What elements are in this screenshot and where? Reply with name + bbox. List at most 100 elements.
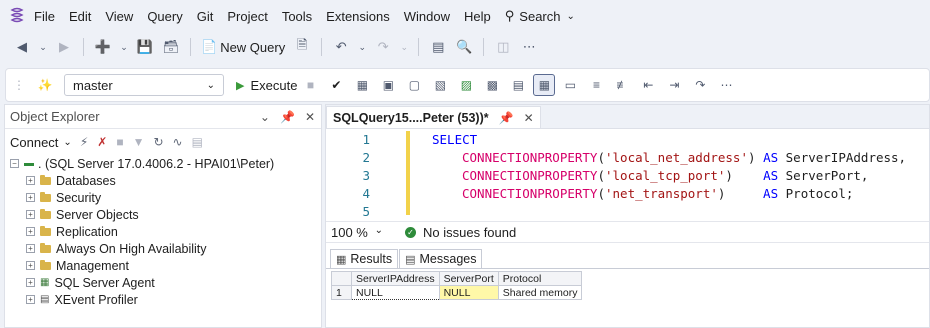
tree-item-label: Server Objects [56, 207, 139, 222]
expand-icon[interactable]: + [26, 244, 35, 253]
expand-icon[interactable]: + [26, 278, 35, 287]
parse-check-icon[interactable]: ✔ [325, 74, 347, 96]
grid-cell[interactable]: Shared memory [497, 285, 583, 300]
tab-messages[interactable]: ▤ Messages [399, 249, 483, 268]
tree-item-security[interactable]: + Security [5, 189, 321, 206]
expand-icon[interactable]: + [26, 295, 35, 304]
close-icon[interactable]: ✕ [305, 110, 315, 124]
find-in-files-icon[interactable]: 🔍 [454, 37, 474, 57]
tree-item-label: SQL Server Agent [54, 275, 155, 290]
activity-monitor-icon[interactable]: ▤ [428, 37, 448, 57]
results-to-grid-icon[interactable]: ▦ [533, 74, 556, 96]
intellisense-icon[interactable]: ▢ [403, 74, 425, 96]
tree-item-always-on[interactable]: + Always On High Availability [5, 240, 321, 257]
tab-sqlquery15[interactable]: SQLQuery15....Peter (53))* 📌 ✕ [326, 106, 541, 128]
expand-icon[interactable]: + [26, 261, 35, 270]
server-node[interactable]: − ▬ . (SQL Server 17.0.4006.2 - HPAI01\P… [5, 155, 321, 172]
pin-icon[interactable]: 📌 [280, 110, 295, 124]
menu-window[interactable]: Window [404, 9, 450, 24]
column-header[interactable]: ServerIPAddress [351, 271, 440, 286]
tree-item-replication[interactable]: + Replication [5, 223, 321, 240]
live-stats-icon[interactable]: ▨ [455, 74, 477, 96]
menu-search[interactable]: ⚲ Search ⌄ [505, 8, 575, 24]
undo-icon[interactable]: ↶ [331, 37, 351, 57]
database-query-icon[interactable]: 🗎 [292, 37, 312, 57]
increase-indent-icon[interactable]: ⇥ [663, 74, 685, 96]
client-stats-icon[interactable]: ▩ [481, 74, 503, 96]
tree-item-xevent-profiler[interactable]: + ▤ XEvent Profiler [5, 291, 321, 308]
stop-icon[interactable]: ■ [299, 74, 321, 96]
activity-icon[interactable]: ∿ [173, 135, 183, 149]
back-icon[interactable]: ◀ [12, 37, 32, 57]
chevron-down-icon: ⌄ [63, 136, 72, 148]
tree-item-server-objects[interactable]: + Server Objects [5, 206, 321, 223]
column-header[interactable]: ServerPort [438, 271, 499, 286]
connect-icon[interactable]: ✨ [34, 74, 56, 96]
row-header-corner[interactable] [331, 271, 352, 286]
overflow-icon[interactable]: ⋯ [715, 74, 737, 96]
disconnect-icon[interactable]: ✗ [97, 135, 107, 149]
refresh-icon[interactable]: ↻ [153, 135, 163, 149]
tree-item-databases[interactable]: + Databases [5, 172, 321, 189]
chevron-down-icon[interactable]: ⌄ [260, 110, 270, 124]
chevron-down-icon[interactable]: ⌄ [399, 37, 409, 57]
results-to-file-icon[interactable]: ▭ [559, 74, 581, 96]
results-to-text-icon[interactable]: ▤ [507, 74, 529, 96]
expand-icon[interactable]: + [26, 193, 35, 202]
pin-icon[interactable]: 📌 [499, 111, 514, 125]
new-query-button[interactable]: 📄 New Query [201, 39, 285, 55]
overflow-icon[interactable]: ⋯ [519, 37, 539, 57]
expand-icon[interactable]: + [26, 176, 35, 185]
collapse-icon[interactable]: − [10, 159, 19, 168]
chevron-down-icon[interactable]: ⌄ [357, 37, 367, 57]
code-editor[interactable]: 1 SELECT 2 CONNECTIONPROPERTY('local_net… [326, 129, 929, 221]
query-options-icon[interactable]: ▣ [377, 74, 399, 96]
grid-cell[interactable]: NULL [438, 285, 499, 300]
menu-extensions[interactable]: Extensions [326, 9, 390, 24]
toolbar-divider [190, 38, 191, 56]
display-plan-icon[interactable]: ▦ [351, 74, 373, 96]
filter-icon[interactable]: ▼ [133, 135, 145, 149]
tab-results[interactable]: ▦ Results [330, 249, 399, 268]
folder-icon [40, 208, 51, 219]
execute-button[interactable]: ▶ Execute [236, 78, 297, 93]
menu-view[interactable]: View [105, 9, 133, 24]
new-item-icon[interactable]: ➕ [93, 37, 113, 57]
save-all-icon[interactable]: 🗃 [161, 37, 181, 57]
menu-git[interactable]: Git [197, 9, 214, 24]
chevron-down-icon[interactable]: ⌄ [38, 37, 48, 57]
row-number[interactable]: 1 [331, 285, 352, 300]
connect-dropdown[interactable]: Connect ⌄ [10, 135, 72, 150]
grid-cell[interactable]: NULL [351, 285, 440, 300]
window-layout-icon[interactable]: ◫ [493, 37, 513, 57]
zoom-select[interactable]: 100 % ⌄ [331, 225, 389, 240]
stop-icon[interactable]: ■ [116, 135, 123, 149]
comment-icon[interactable]: ≡ [585, 74, 607, 96]
menu-project[interactable]: Project [227, 9, 267, 24]
close-icon[interactable]: ✕ [524, 111, 534, 125]
uncomment-icon[interactable]: ≢ [611, 74, 633, 96]
menu-edit[interactable]: Edit [69, 9, 91, 24]
tree-item-sql-server-agent[interactable]: + ▦ SQL Server Agent [5, 274, 321, 291]
forward-icon[interactable]: ▶ [54, 37, 74, 57]
specify-values-icon[interactable]: ↷ [689, 74, 711, 96]
tree-item-management[interactable]: + Management [5, 257, 321, 274]
results-grid[interactable]: ServerIPAddress ServerPort Protocol 1 NU… [331, 271, 583, 300]
column-header[interactable]: Protocol [497, 271, 583, 286]
connect-plug-icon[interactable]: ⚡ [80, 135, 88, 149]
redo-icon[interactable]: ↷ [373, 37, 393, 57]
database-select[interactable]: master ⌄ [64, 74, 224, 96]
ssms-logo-icon[interactable] [10, 7, 24, 25]
save-icon[interactable]: 💾 [135, 37, 155, 57]
menu-help[interactable]: Help [464, 9, 491, 24]
menu-file[interactable]: File [34, 9, 55, 24]
expand-icon[interactable]: + [26, 210, 35, 219]
chevron-down-icon[interactable]: ⌄ [119, 37, 129, 57]
decrease-indent-icon[interactable]: ⇤ [637, 74, 659, 96]
menu-tools[interactable]: Tools [282, 9, 312, 24]
tree-item-label: XEvent Profiler [54, 292, 138, 307]
expand-icon[interactable]: + [26, 227, 35, 236]
include-plan-icon[interactable]: ▧ [429, 74, 451, 96]
menu-query[interactable]: Query [147, 9, 182, 24]
summary-icon[interactable]: ▤ [192, 135, 203, 149]
